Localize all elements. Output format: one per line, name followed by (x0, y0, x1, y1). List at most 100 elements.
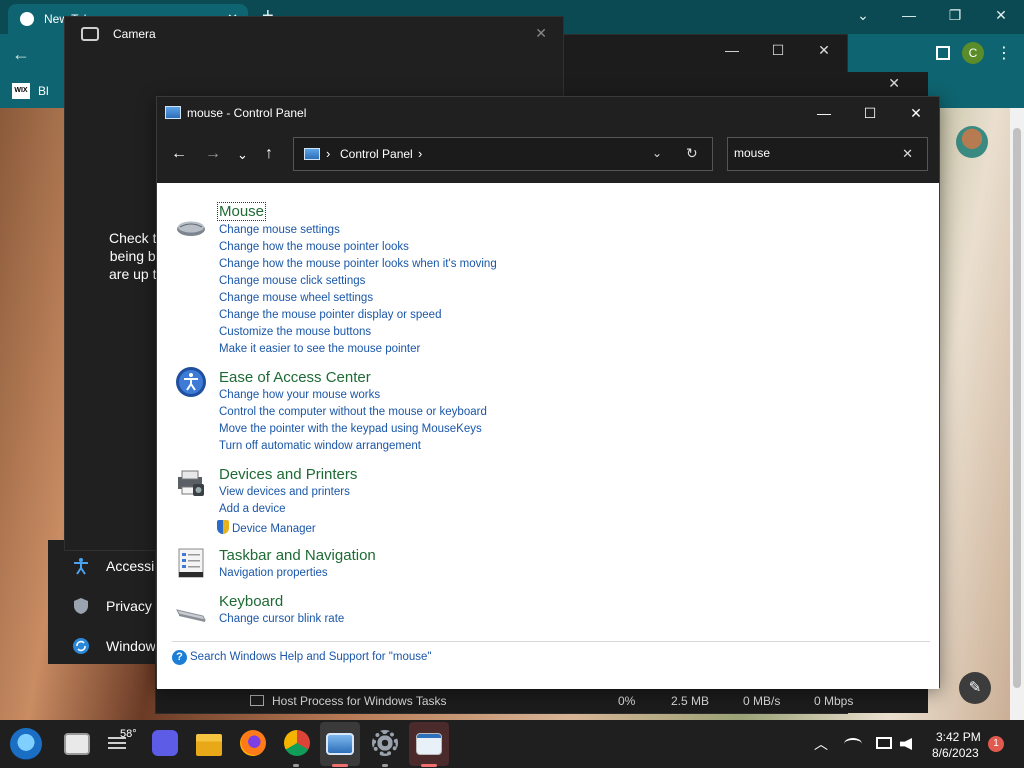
recent-locations-button[interactable]: ⌄ (237, 147, 248, 163)
control-panel-titlebar: mouse - Control Panel — ☐ ✕ (157, 97, 939, 129)
settings-item-accessibility[interactable]: Accessib (72, 557, 162, 575)
camera-message-line: are up t (109, 266, 157, 282)
address-bar[interactable]: › Control Panel › ⌄ ↻ (293, 137, 713, 171)
chevron-up-icon[interactable]: ︿ (814, 734, 828, 754)
back-button[interactable]: ← (171, 145, 187, 163)
chrome-icon[interactable] (284, 730, 310, 756)
device-manager-link[interactable]: Device Manager (217, 520, 316, 535)
running-indicator (332, 764, 348, 767)
update-icon (72, 637, 90, 655)
result-link[interactable]: Change mouse settings (219, 224, 340, 236)
result-link[interactable]: Navigation properties (219, 567, 328, 579)
window-title: mouse - Control Panel (187, 106, 307, 120)
close-button[interactable]: ✕ (801, 35, 847, 65)
help-search-link[interactable]: Search Windows Help and Support for "mou… (190, 651, 431, 663)
process-disk: 0 MB/s (743, 694, 781, 708)
clear-search-icon[interactable]: ✕ (902, 146, 913, 162)
refresh-icon[interactable]: ↻ (686, 145, 698, 162)
control-panel-icon (165, 106, 181, 119)
notification-badge[interactable]: 1 (988, 736, 1004, 752)
result-link[interactable]: Change how the mouse pointer looks when … (219, 258, 497, 270)
close-button[interactable]: ✕ (888, 75, 900, 92)
result-link[interactable]: Move the pointer with the keypad using M… (219, 423, 482, 435)
result-link[interactable]: Change cursor blink rate (219, 613, 344, 625)
secondary-window-titlebar: ✕ (560, 72, 928, 97)
task-view-icon[interactable] (64, 733, 90, 755)
result-link[interactable]: Add a device (219, 503, 286, 515)
control-panel-icon[interactable] (326, 733, 354, 755)
result-link[interactable]: Change how the mouse pointer looks (219, 241, 409, 253)
page-avatar[interactable] (956, 126, 988, 158)
breadcrumb-control-panel[interactable]: Control Panel (340, 147, 413, 161)
clock-time[interactable]: 3:42 PM (936, 730, 981, 744)
result-title[interactable]: Devices and Printers (219, 466, 357, 483)
network-icon[interactable] (844, 738, 862, 750)
up-button[interactable]: ↑ (265, 145, 273, 163)
maximize-button[interactable]: ☐ (847, 97, 893, 129)
restore-button[interactable]: ❐ (932, 0, 978, 30)
minimize-button[interactable]: — (709, 35, 755, 65)
chrome-icon (20, 12, 34, 26)
bookmark-label[interactable]: Bl (38, 84, 49, 98)
search-results: Mouse Change mouse settings Change how t… (157, 183, 939, 689)
display-icon[interactable] (876, 737, 892, 749)
result-link[interactable]: Customize the mouse buttons (219, 326, 371, 338)
camera-title: Camera (113, 27, 156, 41)
chevron-down-icon[interactable]: ⌄ (652, 146, 662, 160)
result-link[interactable]: Change the mouse pointer display or spee… (219, 309, 441, 321)
table-row[interactable]: Host Process for Windows Tasks 0% 2.5 MB… (156, 689, 928, 713)
side-panel-icon[interactable] (936, 46, 950, 60)
forward-button[interactable]: → (205, 145, 221, 163)
edit-icon[interactable]: ✎ (959, 672, 991, 704)
shield-icon (72, 597, 90, 615)
browser-window-controls: ⌄ — ❐ ✕ (840, 0, 1024, 30)
minimize-button[interactable]: — (801, 97, 847, 129)
settings-item-windows-update[interactable]: Window (72, 637, 156, 655)
camera-icon (81, 27, 99, 41)
search-box[interactable]: ✕ (727, 137, 928, 171)
browser-toolbar-right: C ⋮ (936, 42, 1012, 64)
tab-search-button[interactable]: ⌄ (840, 0, 886, 30)
running-indicator (293, 764, 299, 767)
camera-message: Check t being b are up t (109, 229, 156, 283)
weather-temperature[interactable]: 58° (120, 728, 137, 740)
clock-date[interactable]: 8/6/2023 (932, 746, 979, 760)
result-title[interactable]: Taskbar and Navigation (219, 547, 376, 564)
file-explorer-icon[interactable] (196, 734, 222, 756)
result-link[interactable]: Change how your mouse works (219, 389, 380, 401)
close-button[interactable]: ✕ (535, 25, 547, 42)
volume-icon[interactable] (900, 738, 912, 750)
firefox-icon[interactable] (240, 730, 266, 756)
breadcrumb-separator[interactable]: › (326, 146, 330, 161)
minimize-button[interactable]: — (886, 0, 932, 30)
wix-icon[interactable]: WIX (12, 83, 30, 99)
close-button[interactable]: ✕ (978, 0, 1024, 30)
browser-back-button[interactable]: ← (12, 44, 30, 65)
close-button[interactable]: ✕ (893, 97, 939, 129)
settings-item-privacy[interactable]: Privacy (72, 597, 152, 615)
result-link[interactable]: Change mouse wheel settings (219, 292, 373, 304)
result-link[interactable]: View devices and printers (219, 486, 350, 498)
result-link[interactable]: Make it easier to see the mouse pointer (219, 343, 420, 355)
result-link[interactable]: Turn off automatic window arrangement (219, 440, 421, 452)
maximize-button[interactable]: ☐ (755, 35, 801, 65)
control-panel-window: mouse - Control Panel — ☐ ✕ ← → ⌄ ↑ › Co… (156, 96, 940, 689)
result-title[interactable]: Ease of Access Center (219, 369, 371, 386)
browser-scrollbar[interactable] (1010, 108, 1024, 720)
result-link[interactable]: Control the computer without the mouse o… (219, 406, 487, 418)
help-icon[interactable]: ? (172, 650, 187, 665)
profile-avatar[interactable]: C (962, 42, 984, 64)
start-button[interactable] (10, 728, 42, 760)
task-manager-icon[interactable] (416, 733, 442, 755)
process-network: 0 Mbps (814, 694, 854, 708)
result-link[interactable]: Change mouse click settings (219, 275, 365, 287)
result-title[interactable]: Keyboard (219, 593, 283, 610)
meet-camera-icon[interactable] (152, 730, 178, 756)
result-title[interactable]: Mouse (216, 202, 267, 221)
menu-button[interactable]: ⋮ (996, 43, 1012, 63)
settings-gear-icon[interactable] (372, 730, 398, 756)
search-input[interactable] (734, 146, 894, 160)
scrollbar-thumb[interactable] (1013, 128, 1021, 688)
settings-item-label: Window (106, 638, 156, 654)
breadcrumb-separator[interactable]: › (418, 146, 422, 161)
